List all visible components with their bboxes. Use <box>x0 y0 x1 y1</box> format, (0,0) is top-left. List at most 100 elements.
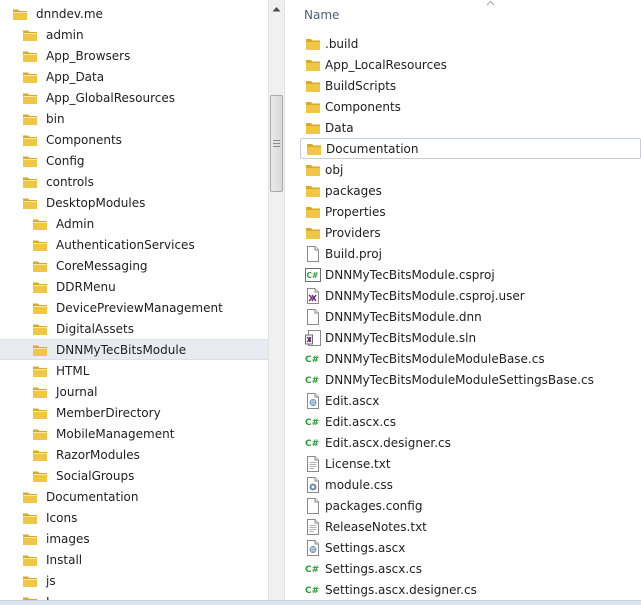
nav-tree-item[interactable]: DesktopModules <box>0 192 268 213</box>
nav-tree-item[interactable]: DevicePreviewManagement <box>0 297 268 318</box>
document-icon <box>305 245 321 262</box>
nav-tree-item[interactable]: DNNMyTecBitsModule <box>0 339 268 360</box>
nav-tree-item[interactable]: SocialGroups <box>0 465 268 486</box>
folder-icon <box>305 99 321 115</box>
nav-tree-item[interactable]: Components <box>0 129 268 150</box>
csharp-icon: C# <box>305 372 321 388</box>
csharp-icon: C# <box>305 582 321 598</box>
nav-tree-item[interactable]: App_Browsers <box>0 45 268 66</box>
file-list-item[interactable]: DNNMyTecBitsModule.dnn <box>300 306 641 327</box>
file-list-item[interactable]: C# Edit.ascx.designer.cs <box>300 432 641 453</box>
file-list-item[interactable]: C# DNNMyTecBitsModuleModuleBase.cs <box>300 348 641 369</box>
nav-tree-item[interactable]: Install <box>0 549 268 570</box>
nav-tree-item[interactable]: HTML <box>0 360 268 381</box>
nav-tree-item[interactable]: AuthenticationServices <box>0 234 268 255</box>
nav-tree-item[interactable]: Journal <box>0 381 268 402</box>
file-name: obj <box>325 162 344 177</box>
file-list-item[interactable]: BuildScripts <box>300 75 641 96</box>
file-list-item[interactable]: .build <box>300 33 641 54</box>
nav-tree-item[interactable]: js <box>0 570 268 591</box>
file-name: DNNMyTecBitsModule.csproj <box>325 267 495 282</box>
folder-icon <box>305 204 321 220</box>
nav-tree-item[interactable]: Documentation <box>0 486 268 507</box>
file-name: ReleaseNotes.txt <box>325 519 427 534</box>
nav-tree-item[interactable]: App_Data <box>0 66 268 87</box>
nav-tree-item-label: admin <box>46 27 84 42</box>
file-list-item[interactable]: Providers <box>300 222 641 243</box>
nav-tree-item[interactable]: Admin <box>0 213 268 234</box>
nav-tree-item-label: Icons <box>46 510 78 525</box>
file-name: BuildScripts <box>325 78 397 93</box>
nav-tree-item-label: App_Browsers <box>46 48 131 63</box>
scroll-up-arrow-icon[interactable] <box>269 0 284 17</box>
nav-tree-item[interactable]: MemberDirectory <box>0 402 268 423</box>
nav-tree-item-label: bin <box>46 111 65 126</box>
nav-tree-item-label: DevicePreviewManagement <box>56 300 223 315</box>
file-list-item[interactable]: Properties <box>300 201 641 222</box>
nav-tree-item[interactable]: images <box>0 528 268 549</box>
nav-tree-item[interactable]: DDRMenu <box>0 276 268 297</box>
file-list-item[interactable]: Build.proj <box>300 243 641 264</box>
folder-icon <box>32 238 48 252</box>
file-list-item[interactable]: C# Edit.ascx.cs <box>300 411 641 432</box>
nav-tree-item[interactable]: RazorModules <box>0 444 268 465</box>
file-list-item[interactable]: module.css <box>300 474 641 495</box>
svg-text:C#: C# <box>305 586 319 596</box>
file-list-item[interactable]: ReleaseNotes.txt <box>300 516 641 537</box>
navigation-scrollbar[interactable] <box>268 0 285 600</box>
nav-tree-item[interactable]: Config <box>0 150 268 171</box>
svg-text:C#: C# <box>305 355 319 365</box>
nav-tree-item-label: DigitalAssets <box>56 321 134 336</box>
svg-text:C#: C# <box>305 439 319 449</box>
ascx-icon <box>305 539 321 556</box>
nav-tree-item[interactable]: L <box>0 591 268 600</box>
file-list-item[interactable]: C# DNNMyTecBitsModuleModuleSettingsBase.c… <box>300 369 641 390</box>
file-list-item[interactable]: C# DNNMyTecBitsModule.csproj <box>300 264 641 285</box>
nav-tree-item[interactable]: admin <box>0 24 268 45</box>
nav-tree-item-label: RazorModules <box>56 447 140 462</box>
file-list-item[interactable]: DNNMyTecBitsModule.sln <box>300 327 641 348</box>
file-list-item[interactable]: packages.config <box>300 495 641 516</box>
nav-tree-item[interactable]: MobileManagement <box>0 423 268 444</box>
folder-icon <box>32 343 48 357</box>
solution-icon <box>305 329 321 346</box>
nav-tree-item-label: controls <box>46 174 94 189</box>
folder-icon <box>32 217 48 231</box>
folder-icon <box>12 7 28 21</box>
file-list-item[interactable]: packages <box>300 180 641 201</box>
file-list-item[interactable]: App_LocalResources <box>300 54 641 75</box>
column-header-row: Name <box>286 0 641 28</box>
nav-tree-item-label: SocialGroups <box>56 468 135 483</box>
file-list-item[interactable]: obj <box>300 159 641 180</box>
nav-tree-item[interactable]: CoreMessaging <box>0 255 268 276</box>
folder-icon <box>32 448 48 462</box>
nav-tree-item[interactable]: Icons <box>0 507 268 528</box>
nav-tree-item[interactable]: DigitalAssets <box>0 318 268 339</box>
file-name: Documentation <box>326 141 419 156</box>
folder-icon <box>22 490 38 504</box>
file-name: module.css <box>325 477 393 492</box>
nav-tree-item[interactable]: bin <box>0 108 268 129</box>
nav-tree-item-label: Admin <box>56 216 95 231</box>
file-list-item[interactable]: DNNMyTecBitsModule.csproj.user <box>300 285 641 306</box>
file-list-item[interactable]: Components <box>300 96 641 117</box>
file-list-item[interactable]: C# Settings.ascx.designer.cs <box>300 579 641 600</box>
nav-tree-item-label: DNNMyTecBitsModule <box>56 342 187 357</box>
file-list-item[interactable]: License.txt <box>300 453 641 474</box>
file-list-item[interactable]: Data <box>300 117 641 138</box>
file-list-item[interactable]: Documentation <box>300 138 641 159</box>
nav-tree-item[interactable]: App_GlobalResources <box>0 87 268 108</box>
file-list-item[interactable]: C# Settings.ascx.cs <box>300 558 641 579</box>
scrollbar-thumb[interactable] <box>270 95 283 192</box>
document-icon <box>305 308 321 325</box>
name-column-header[interactable]: Name <box>304 8 339 22</box>
csproj-icon: C# <box>305 267 321 283</box>
file-name: DNNMyTecBitsModule.sln <box>325 330 477 345</box>
nav-tree-item-label: Install <box>46 552 83 567</box>
nav-tree-item-label: Components <box>46 132 122 147</box>
file-list-item[interactable]: Settings.ascx <box>300 537 641 558</box>
file-name: Properties <box>325 204 386 219</box>
nav-tree-item[interactable]: dnndev.me <box>0 3 268 24</box>
nav-tree-item[interactable]: controls <box>0 171 268 192</box>
file-list-item[interactable]: Edit.ascx <box>300 390 641 411</box>
